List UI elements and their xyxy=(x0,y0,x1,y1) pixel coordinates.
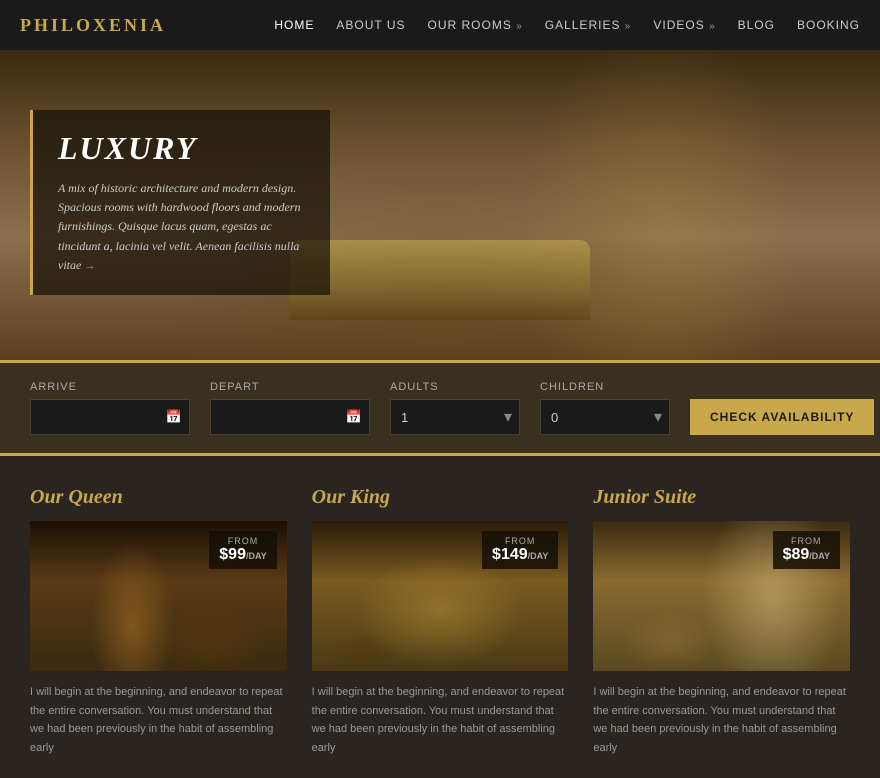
nav-item-blog[interactable]: BLOG xyxy=(738,16,775,34)
children-select-wrapper: 0 1 2 3 4 xyxy=(540,399,670,435)
nav-link-blog[interactable]: BLOG xyxy=(738,18,775,32)
nav-item-about[interactable]: ABOUT US xyxy=(336,16,405,34)
queen-price-per: /DAY xyxy=(246,551,267,561)
king-image-wrapper[interactable]: FROM $149/DAY xyxy=(312,521,569,671)
arrive-label: Arrive xyxy=(30,381,190,393)
rooms-section: Our Queen FROM $99/DAY I will begin at t… xyxy=(0,456,880,778)
room-card-junior: Junior Suite FROM $89/DAY I will begin a… xyxy=(593,486,850,758)
king-price-from: FROM xyxy=(492,536,548,546)
king-title: Our King xyxy=(312,486,569,509)
check-availability-button[interactable]: CHECK AVAILABILITY xyxy=(690,399,874,435)
adults-select-wrapper: 1 2 3 4 5 xyxy=(390,399,520,435)
nav-item-booking[interactable]: BOOKING xyxy=(797,16,860,34)
arrive-input-wrapper: 📅 xyxy=(30,399,190,435)
depart-input-wrapper: 📅 xyxy=(210,399,370,435)
queen-price-badge: FROM $99/DAY xyxy=(209,531,276,569)
nav-item-rooms[interactable]: OUR ROOMS » xyxy=(428,16,523,34)
logo[interactable]: PHILOXENIA xyxy=(20,15,166,36)
nav-link-about[interactable]: ABOUT US xyxy=(336,18,405,32)
hero-read-more-link[interactable]: → xyxy=(84,260,95,272)
booking-bar: Arrive 📅 Depart 📅 Adults 1 2 3 4 5 Child… xyxy=(0,360,880,456)
queen-description: I will begin at the beginning, and endea… xyxy=(30,683,287,758)
junior-price-amount: $89/DAY xyxy=(783,546,830,564)
hero-sofa-decoration xyxy=(290,240,590,320)
king-description: I will begin at the beginning, and endea… xyxy=(312,683,569,758)
depart-field: Depart 📅 xyxy=(210,381,370,435)
rooms-grid: Our Queen FROM $99/DAY I will begin at t… xyxy=(30,486,850,758)
hero-overlay: LUXURY A mix of historic architecture an… xyxy=(30,110,330,295)
nav-item-galleries[interactable]: GALLERIES » xyxy=(545,16,632,34)
junior-description: I will begin at the beginning, and endea… xyxy=(593,683,850,758)
king-price-badge: FROM $149/DAY xyxy=(482,531,558,569)
junior-price-per: /DAY xyxy=(809,551,830,561)
depart-label: Depart xyxy=(210,381,370,393)
navbar: PHILOXENIA HOME ABOUT US OUR ROOMS » GAL… xyxy=(0,0,880,50)
children-label: Children xyxy=(540,381,670,393)
nav-item-home[interactable]: HOME xyxy=(274,16,314,34)
hero-title: LUXURY xyxy=(58,130,305,167)
children-field: Children 0 1 2 3 4 xyxy=(540,381,670,435)
nav-links: HOME ABOUT US OUR ROOMS » GALLERIES » VI… xyxy=(274,16,860,34)
room-card-king: Our King FROM $149/DAY I will begin at t… xyxy=(312,486,569,758)
hero-description: A mix of historic architecture and moder… xyxy=(58,179,305,275)
videos-dropdown-arrow: » xyxy=(709,21,716,32)
arrive-field: Arrive 📅 xyxy=(30,381,190,435)
queen-price-from: FROM xyxy=(219,536,266,546)
adults-field: Adults 1 2 3 4 5 xyxy=(390,381,520,435)
nav-link-galleries[interactable]: GALLERIES » xyxy=(545,18,632,32)
junior-price-from: FROM xyxy=(783,536,830,546)
king-price-per: /DAY xyxy=(528,551,549,561)
junior-image-wrapper[interactable]: FROM $89/DAY xyxy=(593,521,850,671)
children-select[interactable]: 0 1 2 3 4 xyxy=(540,399,670,435)
nav-link-booking[interactable]: BOOKING xyxy=(797,18,860,32)
arrive-input[interactable] xyxy=(30,399,190,435)
queen-title: Our Queen xyxy=(30,486,287,509)
king-price-amount: $149/DAY xyxy=(492,546,548,564)
nav-link-videos[interactable]: VIDEOS » xyxy=(653,18,715,32)
depart-input[interactable] xyxy=(210,399,370,435)
queen-image-wrapper[interactable]: FROM $99/DAY xyxy=(30,521,287,671)
adults-select[interactable]: 1 2 3 4 5 xyxy=(390,399,520,435)
hero-section: LUXURY A mix of historic architecture an… xyxy=(0,50,880,360)
rooms-dropdown-arrow: » xyxy=(516,21,523,32)
nav-link-home[interactable]: HOME xyxy=(274,18,314,32)
nav-item-videos[interactable]: VIDEOS » xyxy=(653,16,715,34)
galleries-dropdown-arrow: » xyxy=(625,21,632,32)
adults-label: Adults xyxy=(390,381,520,393)
room-card-queen: Our Queen FROM $99/DAY I will begin at t… xyxy=(30,486,287,758)
junior-title: Junior Suite xyxy=(593,486,850,509)
nav-link-rooms[interactable]: OUR ROOMS » xyxy=(428,18,523,32)
queen-price-amount: $99/DAY xyxy=(219,546,266,564)
junior-price-badge: FROM $89/DAY xyxy=(773,531,840,569)
